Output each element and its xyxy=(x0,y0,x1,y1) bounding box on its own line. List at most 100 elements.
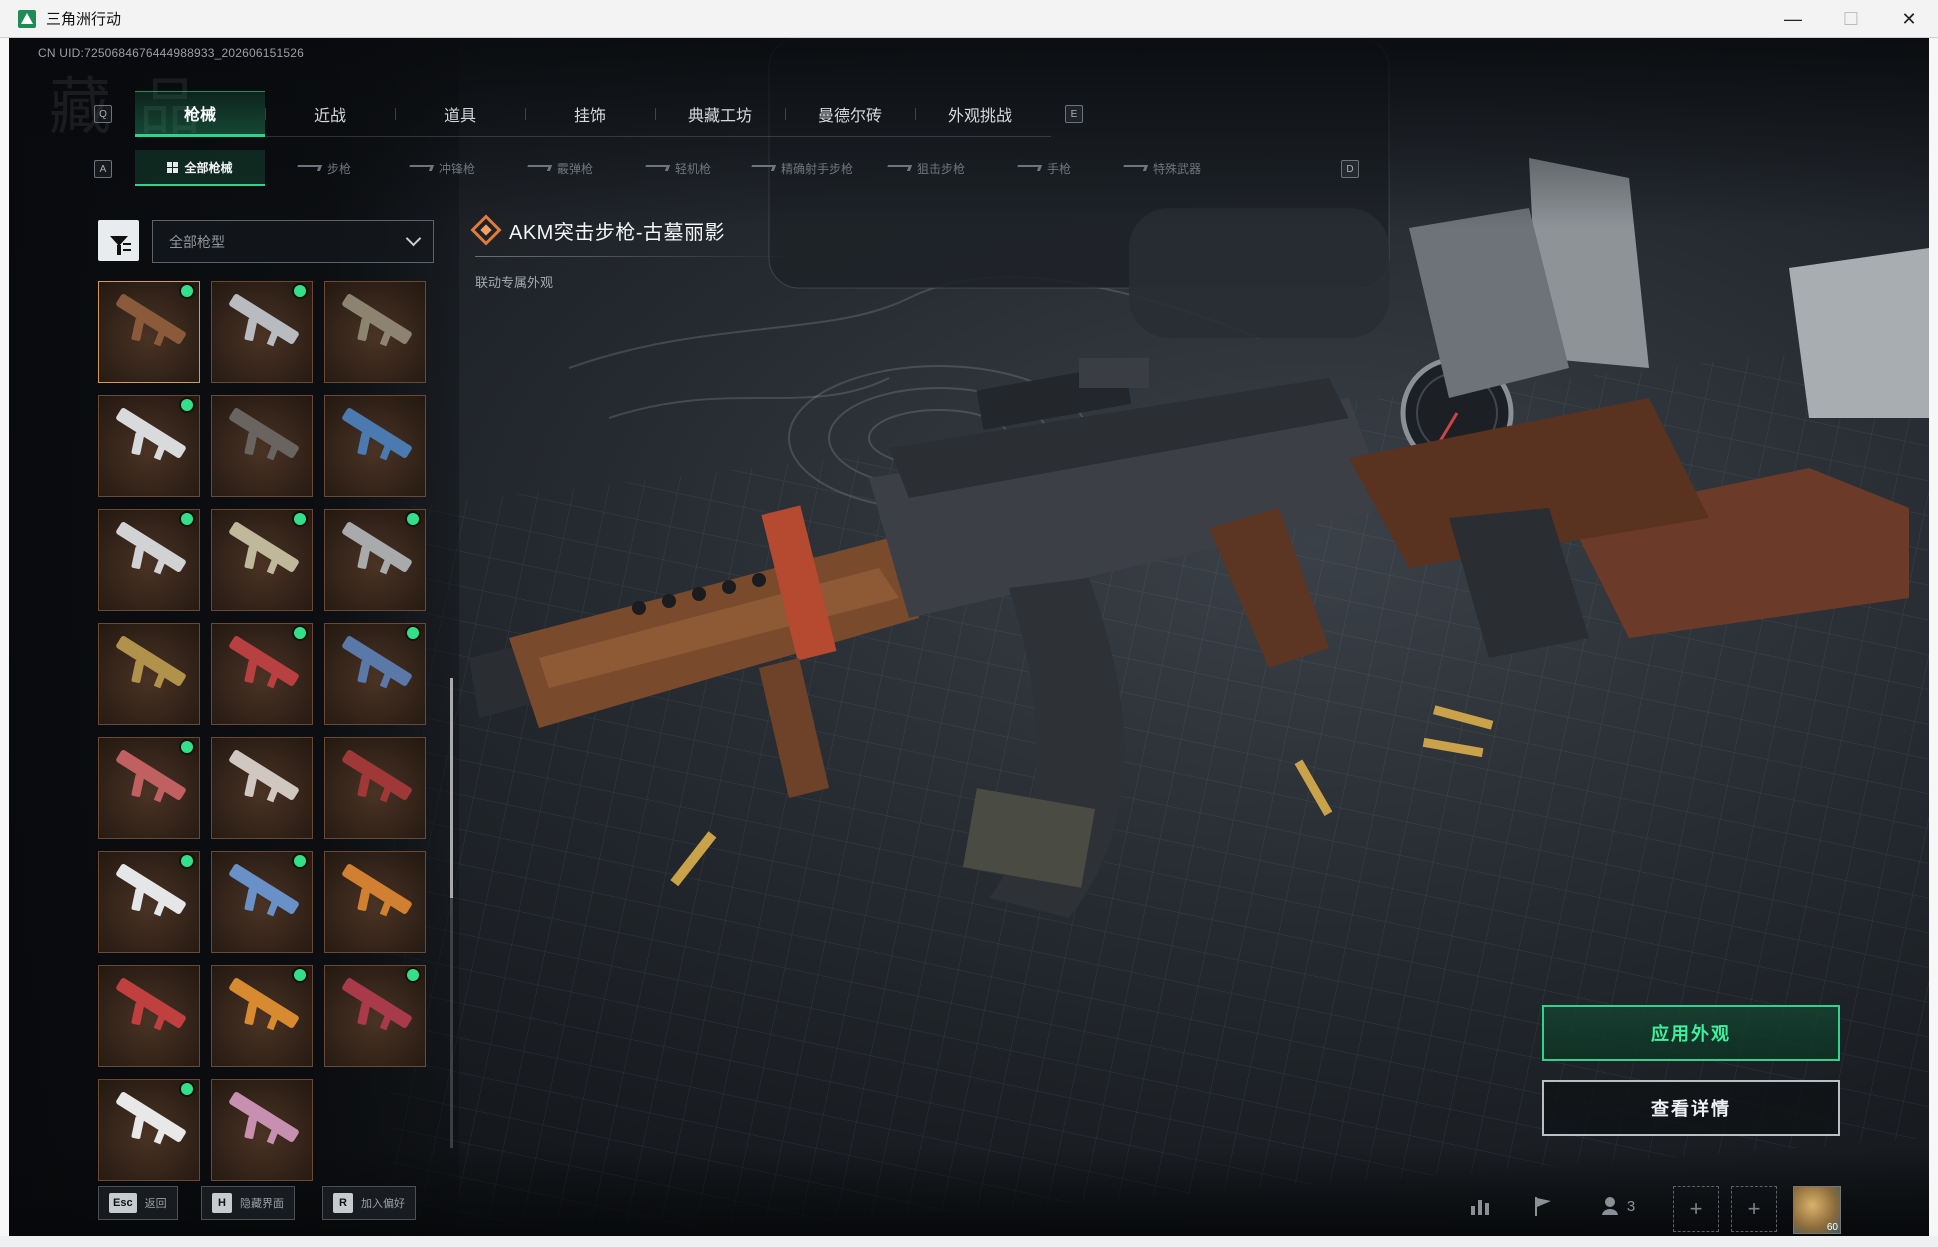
skin-tile[interactable] xyxy=(211,851,313,953)
skin-tile[interactable] xyxy=(98,395,200,497)
skin-tile[interactable] xyxy=(98,623,200,725)
grid-icon xyxy=(167,161,179,173)
party-icon[interactable]: 3 xyxy=(1589,1186,1647,1226)
weapon-skin-thumbnail xyxy=(341,634,413,688)
maximize-button[interactable]: ☐ xyxy=(1822,0,1880,38)
skin-tile[interactable] xyxy=(324,509,426,611)
weapon-skin-thumbnail xyxy=(115,406,187,460)
party-count: 3 xyxy=(1626,1197,1636,1215)
subtab-lmg[interactable]: 轻机枪 xyxy=(619,150,737,186)
subtab-sniper[interactable]: 狙击步枪 xyxy=(867,150,985,186)
weapon-skin-thumbnail xyxy=(341,976,413,1030)
skin-tile[interactable] xyxy=(211,395,313,497)
desktop-edge-bottom xyxy=(0,1236,1938,1247)
next-main-tab-key[interactable]: E xyxy=(1065,105,1083,123)
tab-charms[interactable]: 挂饰 xyxy=(525,91,655,137)
tab-items[interactable]: 道具 xyxy=(395,91,525,137)
owned-indicator-icon xyxy=(181,741,193,753)
window-titlebar: 三角洲行动 — ☐ ✕ xyxy=(0,0,1938,38)
weapon-skin-thumbnail xyxy=(341,862,413,916)
subtab-shotguns[interactable]: 霰弹枪 xyxy=(501,150,619,186)
skin-tile[interactable] xyxy=(211,965,313,1067)
skin-tile[interactable] xyxy=(211,281,313,383)
skin-tile[interactable] xyxy=(98,737,200,839)
skin-tile[interactable] xyxy=(324,623,426,725)
subtab-pistols[interactable]: 手枪 xyxy=(985,150,1103,186)
next-sub-tab-key[interactable]: D xyxy=(1341,160,1359,178)
tab-melee[interactable]: 近战 xyxy=(265,91,395,137)
filter-button[interactable] xyxy=(98,220,139,261)
tab-collection-workshop[interactable]: 典藏工坊 xyxy=(655,91,785,137)
weapon-type-dropdown[interactable]: 全部枪型 xyxy=(152,220,434,263)
smg-icon xyxy=(407,165,435,171)
owned-indicator-icon xyxy=(181,285,193,297)
subtab-dmr[interactable]: 精确射手步枪 xyxy=(737,150,867,186)
owned-indicator-icon xyxy=(407,513,419,525)
minimize-button[interactable]: — xyxy=(1764,0,1822,38)
subtab-label: 轻机枪 xyxy=(674,161,711,176)
rarity-diamond-icon xyxy=(470,214,502,246)
skin-tile[interactable] xyxy=(324,395,426,497)
skin-tile[interactable] xyxy=(211,737,313,839)
chevron-down-icon xyxy=(405,230,422,247)
skin-tile[interactable] xyxy=(324,737,426,839)
hotkey-back[interactable]: Esc 返回 xyxy=(98,1186,178,1220)
apply-appearance-button[interactable]: 应用外观 xyxy=(1542,1005,1840,1061)
dropdown-value: 全部枪型 xyxy=(169,233,225,250)
hotkey-label: 返回 xyxy=(144,1198,167,1210)
app-logo-icon xyxy=(18,9,36,28)
owned-indicator-icon xyxy=(294,969,306,981)
skin-tile[interactable] xyxy=(324,851,426,953)
hotkey-hide-ui[interactable]: H 隐藏界面 xyxy=(201,1186,295,1220)
dmr-icon xyxy=(749,165,777,171)
pistol-icon xyxy=(1015,165,1043,171)
skin-tile[interactable] xyxy=(324,965,426,1067)
subtab-smg[interactable]: 冲锋枪 xyxy=(383,150,501,186)
skin-tile[interactable] xyxy=(98,1079,200,1181)
hotkey-key: Esc xyxy=(109,1193,137,1213)
owned-indicator-icon xyxy=(181,513,193,525)
filter-lines-icon xyxy=(123,243,131,251)
subtab-label: 冲锋枪 xyxy=(438,161,475,176)
subtab-special[interactable]: 特殊武器 xyxy=(1103,150,1221,186)
owned-indicator-icon xyxy=(407,969,419,981)
selected-skin-name: AKM突击步枪-古墓丽影 xyxy=(509,221,725,244)
subtab-label: 霰弹枪 xyxy=(556,161,593,176)
skin-tile[interactable] xyxy=(98,965,200,1067)
skin-tile[interactable] xyxy=(324,281,426,383)
avatar[interactable]: 60 xyxy=(1793,1186,1841,1234)
close-button[interactable]: ✕ xyxy=(1880,0,1938,38)
tab-firearms[interactable]: 枪械 xyxy=(135,91,265,137)
prev-main-tab-key[interactable]: Q xyxy=(94,105,112,123)
weapon-skin-thumbnail xyxy=(341,520,413,574)
subtab-label: 手枪 xyxy=(1047,161,1072,176)
skin-tile[interactable] xyxy=(98,851,200,953)
weapon-skin-thumbnail xyxy=(228,634,300,688)
prev-sub-tab-key[interactable]: A xyxy=(94,160,112,178)
add-teammate-slot-1[interactable]: + xyxy=(1673,1186,1719,1232)
weapon-skin-thumbnail xyxy=(115,520,187,574)
desktop-edge-right xyxy=(1929,38,1938,1247)
add-teammate-slot-2[interactable]: + xyxy=(1731,1186,1777,1232)
weapon-preview-render[interactable] xyxy=(449,358,1929,1078)
skin-list-scrollbar-thumb[interactable] xyxy=(450,678,453,898)
hotkey-add-favorite[interactable]: R 加入偏好 xyxy=(322,1186,416,1220)
tab-appearance-challenge[interactable]: 外观挑战 xyxy=(915,91,1045,137)
subtab-label: 狙击步枪 xyxy=(917,161,966,176)
weapon-skin-thumbnail xyxy=(228,1090,300,1144)
flag-icon[interactable] xyxy=(1523,1186,1563,1226)
selected-skin-subtitle: 联动专属外观 xyxy=(475,275,554,290)
subtab-label: 精确射手步枪 xyxy=(781,161,854,176)
sniper-icon xyxy=(885,165,913,171)
skin-tile[interactable] xyxy=(98,509,200,611)
weapon-skin-thumbnail xyxy=(228,292,300,346)
skin-tile[interactable] xyxy=(211,1079,313,1181)
skin-tile[interactable] xyxy=(211,623,313,725)
view-details-button[interactable]: 查看详情 xyxy=(1542,1080,1840,1136)
subtab-all-firearms[interactable]: 全部枪械 xyxy=(135,150,265,186)
skin-tile[interactable] xyxy=(98,281,200,383)
skin-tile[interactable] xyxy=(211,509,313,611)
tab-mandel-brick[interactable]: 曼德尔砖 xyxy=(785,91,915,137)
bar-chart-icon[interactable] xyxy=(1461,1186,1501,1226)
subtab-rifles[interactable]: 步枪 xyxy=(265,150,383,186)
